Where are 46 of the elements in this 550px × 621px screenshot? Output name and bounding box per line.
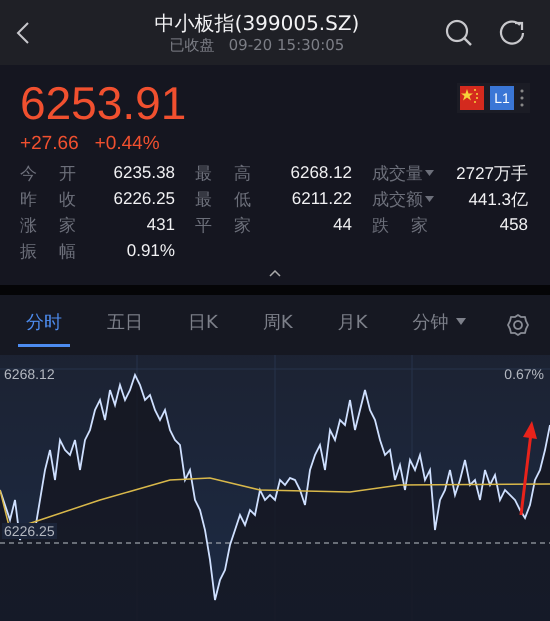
stat-label: 今开 <box>20 162 76 184</box>
chart-tab[interactable]: 周K <box>254 304 301 346</box>
stat-label: 振幅 <box>20 240 76 262</box>
stat-value: 6211.22 <box>292 189 352 209</box>
stat-value: 441.3亿 <box>468 188 528 210</box>
window-title: 中小板指(399005.SZ) <box>154 10 360 36</box>
more-icon[interactable] <box>520 88 524 108</box>
stat-label[interactable]: 成交额 <box>372 188 423 210</box>
stat-label: 昨收 <box>20 188 76 210</box>
stat-label: 最高 <box>195 162 251 184</box>
stat-value: 431 <box>146 215 175 235</box>
stat-label[interactable]: 成交量 <box>372 162 423 184</box>
axis-label: 0.67% <box>504 366 544 382</box>
price-change: +27.66 <box>20 133 79 155</box>
chart-tab[interactable]: 分钟 <box>404 304 474 346</box>
axis-label: 6226.25 <box>2 523 57 539</box>
chart-tab[interactable]: 日K <box>180 304 226 346</box>
settings-icon[interactable] <box>506 313 530 337</box>
dropdown-icon[interactable] <box>456 318 466 325</box>
level-badge[interactable]: L1 <box>490 86 514 110</box>
search-icon[interactable] <box>444 18 474 48</box>
flag-icon <box>460 86 484 110</box>
chart-tab[interactable]: 分时 <box>18 304 70 346</box>
dropdown-icon[interactable] <box>425 170 434 176</box>
back-icon[interactable] <box>16 20 30 44</box>
index-price: 6253.91 <box>20 76 186 131</box>
stat-label: 涨家 <box>20 214 76 236</box>
axis-label: 6268.12 <box>4 366 55 382</box>
stat-label: 平家 <box>195 214 251 236</box>
stat-value: 6226.25 <box>114 189 175 209</box>
refresh-icon[interactable] <box>498 18 526 46</box>
market-status: 已收盘 <box>170 36 215 55</box>
chart-tab[interactable]: 月K <box>330 304 376 346</box>
collapse-icon[interactable] <box>269 270 281 277</box>
timestamp: 09-20 15:30:05 <box>228 36 344 55</box>
chart-tab[interactable]: 五日 <box>99 304 151 346</box>
stat-label: 跌家 <box>372 214 428 236</box>
stat-value: 0.91% <box>126 241 175 261</box>
stat-value: 44 <box>333 215 352 235</box>
stat-value: 6235.38 <box>114 163 175 183</box>
stat-value: 6268.12 <box>290 163 352 183</box>
stat-value: 458 <box>500 215 528 235</box>
stat-value: 2727万手 <box>456 162 528 184</box>
percent-change: +0.44% <box>94 133 160 155</box>
stat-label: 最低 <box>195 188 251 210</box>
dropdown-icon[interactable] <box>425 196 434 202</box>
